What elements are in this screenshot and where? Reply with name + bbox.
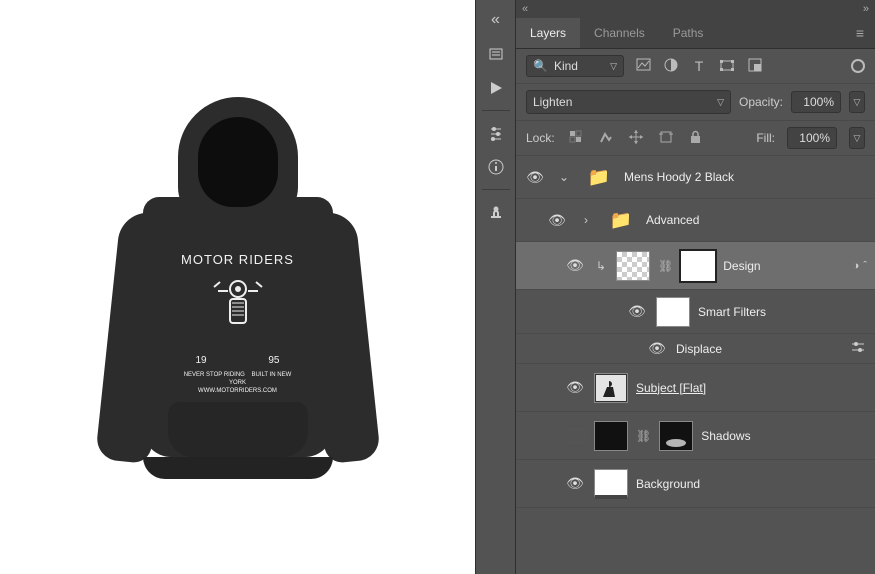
layer-group[interactable]: 👁 ⌄ 📁 Mens Hoody 2 Black	[516, 156, 875, 199]
layer-name[interactable]: Subject [Flat]	[636, 381, 867, 395]
filter-options-icon[interactable]	[849, 341, 867, 356]
layer-thumbnail[interactable]	[594, 421, 628, 451]
visibility-toggle[interactable]: 👁	[546, 212, 568, 229]
visibility-toggle[interactable]: 👁	[564, 475, 586, 492]
visibility-toggle[interactable]: 👁	[646, 340, 668, 357]
filter-smartobject-icon[interactable]	[746, 58, 764, 75]
stamp-icon[interactable]	[480, 196, 512, 228]
play-icon[interactable]	[480, 72, 512, 104]
layer-thumbnail[interactable]	[616, 251, 650, 281]
layer-effects-badge[interactable]: ◑ ˆ	[853, 260, 867, 272]
adjustments-icon[interactable]	[480, 117, 512, 149]
graphic-title: MOTOR RIDERS	[178, 252, 298, 267]
panel-tabs: Layers Channels Paths ≡	[516, 18, 875, 49]
smart-filter-item[interactable]: 👁 Displace	[516, 334, 875, 364]
lock-position-icon[interactable]	[627, 130, 645, 147]
hoodie-print-graphic: MOTOR RIDERS 1995 NEVER STOP RIDING BUIL…	[178, 252, 298, 395]
fill-label[interactable]: Fill:	[756, 131, 775, 145]
mask-link-icon[interactable]: ⛓	[636, 429, 651, 443]
collapse-right-icon[interactable]: »	[863, 3, 869, 15]
folder-icon: 📁	[604, 205, 638, 235]
tab-layers[interactable]: Layers	[516, 18, 580, 48]
filter-name[interactable]: Displace	[676, 342, 841, 356]
tab-paths[interactable]: Paths	[659, 18, 718, 48]
layer-name[interactable]: Background	[636, 477, 867, 491]
opacity-input[interactable]: 100%	[791, 91, 841, 113]
visibility-toggle[interactable]: 👁	[564, 379, 586, 396]
opacity-label[interactable]: Opacity:	[739, 95, 783, 109]
opacity-stepper[interactable]: ▽	[849, 91, 865, 113]
layer-name[interactable]: Mens Hoody 2 Black	[624, 170, 867, 184]
lock-artboard-icon[interactable]	[657, 130, 675, 147]
clip-indicator-icon: ↳	[594, 259, 608, 273]
search-icon: 🔍	[533, 59, 548, 73]
document-canvas[interactable]: MOTOR RIDERS 1995 NEVER STOP RIDING BUIL…	[0, 0, 475, 574]
visibility-toggle[interactable]: 👁	[524, 169, 546, 186]
history-brush-icon[interactable]	[480, 38, 512, 70]
lock-transparency-icon[interactable]	[567, 130, 585, 147]
vertical-tool-strip: «	[475, 0, 515, 574]
layer-smartobject[interactable]: 👁 ↳ ⛓ Design ◑ ˆ	[516, 242, 875, 290]
mask-thumbnail[interactable]	[681, 251, 715, 281]
layer-name[interactable]: Advanced	[646, 213, 867, 227]
tab-channels[interactable]: Channels	[580, 18, 659, 48]
layer-background[interactable]: 👁 Background	[516, 460, 875, 508]
visibility-toggle[interactable]: 👁	[564, 257, 586, 274]
layer-filter-row: 🔍 Kind ▽ T	[516, 49, 875, 84]
layer-smartobject[interactable]: 👁 Subject [Flat]	[516, 364, 875, 412]
smart-filters-header[interactable]: 👁 Smart Filters	[516, 290, 875, 334]
collapse-left-icon[interactable]: «	[480, 4, 512, 36]
mask-link-icon[interactable]: ⛓	[658, 259, 673, 273]
collapse-left-icon[interactable]: «	[522, 3, 528, 15]
layer-name[interactable]: Design	[723, 259, 844, 273]
layer-thumbnail[interactable]	[594, 373, 628, 403]
blend-opacity-row: Lighten▽ Opacity: 100% ▽	[516, 84, 875, 121]
layer-tree: 👁 ⌄ 📁 Mens Hoody 2 Black 👁 › 📁 Advanced …	[516, 156, 875, 574]
chevron-down-icon: ▽	[610, 61, 617, 72]
expand-toggle[interactable]: ›	[576, 213, 596, 227]
lock-image-icon[interactable]	[597, 130, 615, 147]
folder-icon: 📁	[582, 162, 616, 192]
filter-mask-thumbnail[interactable]	[656, 297, 690, 327]
filter-type-icon[interactable]: T	[690, 58, 708, 74]
visibility-toggle[interactable]: 👁	[626, 303, 648, 320]
filter-pixel-icon[interactable]	[634, 58, 652, 74]
blend-mode-dropdown[interactable]: Lighten▽	[526, 90, 731, 114]
layer-masked[interactable]: ⛓ Shadows	[516, 412, 875, 460]
hoodie-mockup: MOTOR RIDERS 1995 NEVER STOP RIDING BUIL…	[83, 77, 393, 497]
filter-shape-icon[interactable]	[718, 58, 736, 75]
layer-name[interactable]: Shadows	[701, 429, 867, 443]
layers-panel: « » Layers Channels Paths ≡ 🔍 Kind ▽ T Li…	[515, 0, 875, 574]
lock-label: Lock:	[526, 131, 555, 145]
layer-thumbnail[interactable]	[594, 469, 628, 499]
filter-kind-dropdown[interactable]: 🔍 Kind ▽	[526, 55, 624, 77]
mask-thumbnail[interactable]	[659, 421, 693, 451]
lock-all-icon[interactable]	[687, 130, 705, 147]
filter-toggle-switch[interactable]	[851, 59, 865, 73]
expand-toggle[interactable]: ⌄	[554, 170, 574, 184]
visibility-toggle[interactable]	[564, 429, 586, 443]
chevron-down-icon: ▽	[717, 97, 724, 108]
filter-adjustment-icon[interactable]	[662, 58, 680, 75]
fill-stepper[interactable]: ▽	[849, 127, 865, 149]
panel-menu-icon[interactable]: ≡	[845, 25, 875, 41]
info-icon[interactable]	[480, 151, 512, 183]
layer-group[interactable]: 👁 › 📁 Advanced	[516, 199, 875, 242]
lock-fill-row: Lock: Fill: 100% ▽	[516, 121, 875, 156]
fill-input[interactable]: 100%	[787, 127, 837, 149]
layer-name: Smart Filters	[698, 305, 867, 319]
